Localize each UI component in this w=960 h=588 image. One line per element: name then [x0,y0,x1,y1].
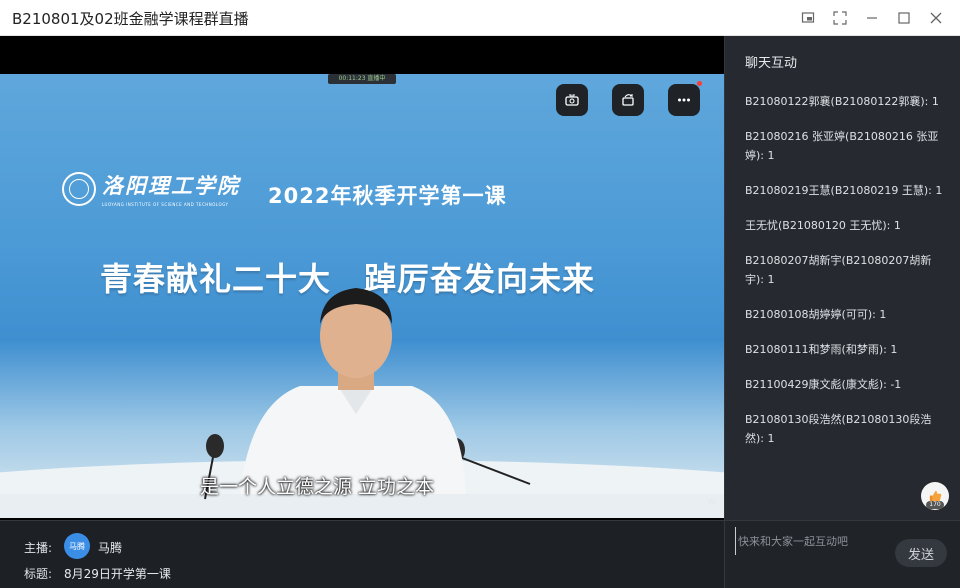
chat-panel: 聊天互动 B21080122郭襄(B21080122郭襄): 1 B210802… [724,36,960,520]
host-name: 马腾 [98,541,123,555]
speaker-figure [0,288,724,518]
chat-message: B21080216 张亚婷(B21080216 张亚婷): 1 [745,130,939,162]
chat-message: B21080219王慧(B21080219 王慧): 1 [745,184,943,197]
more-button[interactable] [668,84,700,116]
chat-message: B21080108胡婷婷(可可): 1 [745,308,887,321]
chat-message: 王无忧(B21080120 王无忧): 1 [745,219,901,232]
chat-message: B21080122郭襄(B21080122郭襄): 1 [745,95,939,108]
chat-message: B21080111和梦雨(和梦雨): 1 [745,343,898,356]
more-icon [678,98,690,102]
window-controls [792,0,952,36]
video-watermark: WI [708,498,717,506]
video-subtitle: 是一个人立德之源 立功之本 [200,476,435,498]
host-info-bar: 主播: 马腾 马腾 标题: 8月29日开学第一课 [0,520,724,588]
rotate-screen-icon [622,94,634,106]
close-icon[interactable] [920,0,952,36]
send-button[interactable]: 发送 [895,539,947,567]
chat-composer: 发送 [724,520,960,588]
chat-message-list[interactable]: B21080122郭襄(B21080122郭襄): 1 B21080216 张亚… [745,92,943,464]
title-bar: B210801及02班金融学课程群直播 [0,0,960,36]
host-label: 主播: [24,541,53,555]
chat-message: B21080207胡新宇(B21080207胡新宇): 1 [745,254,932,286]
topic-label: 标题: [24,567,53,581]
chat-input[interactable] [735,527,895,555]
like-count: 170 [926,501,944,509]
popout-icon[interactable] [792,0,824,36]
notification-dot [697,81,702,86]
maximize-icon[interactable] [888,0,920,36]
video-frame: 洛阳理工学院 LUOYANG INSTITUTE OF SCIENCE AND … [0,74,724,518]
fullscreen-icon[interactable] [824,0,856,36]
video-player[interactable]: 洛阳理工学院 LUOYANG INSTITUTE OF SCIENCE AND … [0,36,724,520]
avatar[interactable]: 马腾 [64,533,90,559]
camera-flip-button[interactable] [556,84,588,116]
chat-message: B21100429康文彪(康文彪): -1 [745,378,902,391]
chat-title: 聊天互动 [745,56,798,71]
chat-message: B21080130段浩然(B21080130段浩然): 1 [745,413,932,445]
window-title: B210801及02班金融学课程群直播 [12,10,249,28]
rotate-screen-button[interactable] [612,84,644,116]
minimize-icon[interactable] [856,0,888,36]
topic-value: 8月29日开学第一课 [64,567,171,581]
live-status-badge: 00:11:23 直播中 [328,74,396,84]
camera-flip-icon [565,94,579,106]
